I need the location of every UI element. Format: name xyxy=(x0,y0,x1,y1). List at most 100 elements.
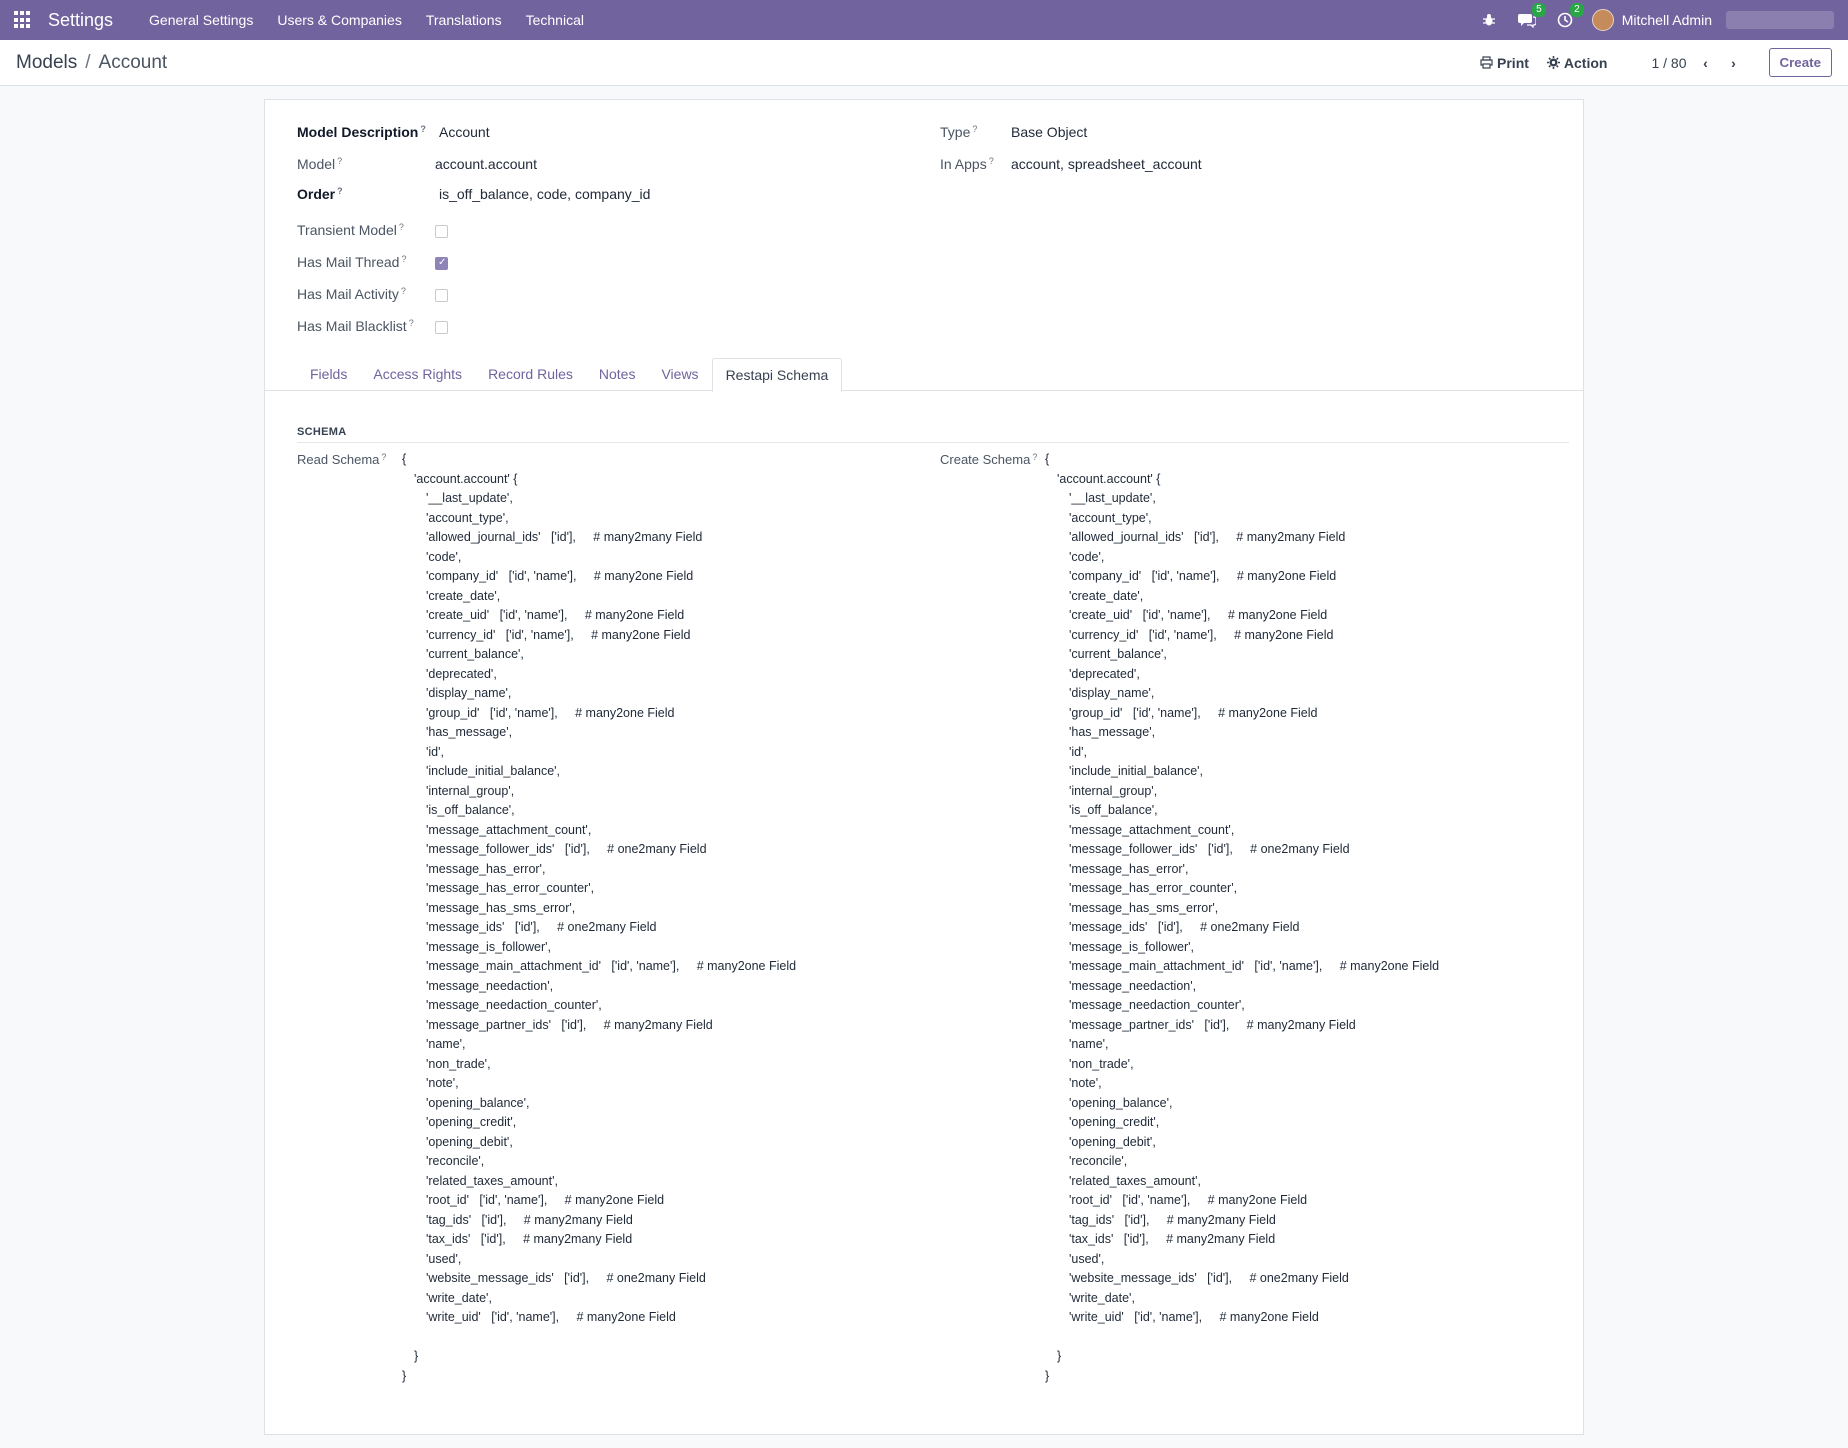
schema-field-line: 'write_date', xyxy=(426,1290,492,1305)
schema-field-line: 'reconcile', xyxy=(1069,1154,1128,1168)
breadcrumb-separator: / xyxy=(85,51,91,73)
schema-field-line: 'note', xyxy=(426,1076,459,1090)
schema-field-line: 'id', xyxy=(426,744,444,759)
schema-field-line: 'message_follower_ids' ['id'], # one2man… xyxy=(426,842,707,856)
menu-general-settings[interactable]: General Settings xyxy=(137,12,265,28)
schema-field-line: 'message_partner_ids' ['id'], # many2man… xyxy=(426,1017,713,1032)
breadcrumb-current: Account xyxy=(98,51,168,73)
schema-blank-line xyxy=(402,1330,796,1350)
schema-field-line: 'id', xyxy=(1069,744,1087,759)
menu-users-companies[interactable]: Users & Companies xyxy=(265,12,414,28)
schema-field-line: 'account_type', xyxy=(1069,510,1152,525)
mail-activity-label: Has Mail Activity? xyxy=(297,286,406,302)
in-apps-label: In Apps? xyxy=(940,156,994,172)
action-button[interactable]: Action xyxy=(1546,54,1608,71)
schema-field-line: 'root_id' ['id', 'name'], # many2one Fie… xyxy=(1069,1193,1308,1207)
mail-blacklist-label: Has Mail Blacklist? xyxy=(297,318,414,334)
app-title[interactable]: Settings xyxy=(48,10,113,31)
schema-field-line: 'message_needaction', xyxy=(426,978,554,993)
tab-restapi-schema[interactable]: Restapi Schema xyxy=(711,358,843,392)
schema-field-line: '__last_update', xyxy=(426,491,513,505)
schema-field-line: 'tax_ids' ['id'], # many2many Field xyxy=(1069,1232,1276,1246)
schema-field-line: 'message_main_attachment_id' ['id', 'nam… xyxy=(426,959,797,973)
mail-blacklist-checkbox[interactable] xyxy=(435,321,448,334)
tab-notes[interactable]: Notes xyxy=(586,358,649,391)
schema-field-line: 'tag_ids' ['id'], # many2many Field xyxy=(1069,1212,1276,1227)
activities-badge: 2 xyxy=(1570,3,1584,17)
model-description-label: Model Description? xyxy=(297,124,426,140)
schema-field-line: 'internal_group', xyxy=(426,783,515,798)
schema-close-outer: } xyxy=(402,1368,407,1383)
schema-field-line: 'message_needaction_counter', xyxy=(1069,998,1245,1012)
menu-translations[interactable]: Translations xyxy=(414,12,514,28)
schema-field-line: 'currency_id' ['id', 'name'], # many2one… xyxy=(1069,627,1334,642)
order-row: Order? is_off_balance, code, company_id xyxy=(297,186,897,222)
action-label: Action xyxy=(1563,54,1608,71)
schema-field-line: 'message_attachment_count', xyxy=(1069,822,1235,837)
mail-blacklist-row: Has Mail Blacklist? xyxy=(297,318,897,350)
breadcrumb-models[interactable]: Models xyxy=(16,52,77,74)
schema-close-inner: } xyxy=(1057,1349,1062,1363)
schema-field-line: 'opening_debit', xyxy=(1069,1134,1156,1149)
model-description-field[interactable]: Account xyxy=(439,124,490,140)
type-value: Base Object xyxy=(1011,124,1088,140)
schema-field-line: 'website_message_ids' ['id'], # one2many… xyxy=(1069,1271,1349,1285)
activities-clock-icon[interactable]: 2 xyxy=(1554,3,1584,31)
form-sheet: Model Description? Account Model? accoun… xyxy=(264,99,1584,1435)
menu-technical[interactable]: Technical xyxy=(514,12,596,28)
schema-field-line: 'tax_ids' ['id'], # many2many Field xyxy=(426,1232,633,1246)
schema-field-line: 'create_date', xyxy=(426,588,501,603)
top-navbar: Settings General Settings Users & Compan… xyxy=(0,0,1848,40)
apps-menu-icon[interactable] xyxy=(14,11,32,29)
schema-field-line: 'is_off_balance', xyxy=(1069,803,1158,817)
schema-field-line: 'message_has_error_counter', xyxy=(426,881,595,895)
pager-value[interactable]: 1 / 80 xyxy=(1651,55,1686,71)
schema-blank-line xyxy=(1045,1330,1439,1350)
transient-checkbox[interactable] xyxy=(435,225,448,238)
schema-field-line: 'reconcile', xyxy=(426,1154,485,1168)
control-panel: Models / Account Print Action 1 / 80 ‹ ›… xyxy=(0,40,1848,86)
schema-field-line: 'message_has_sms_error', xyxy=(1069,900,1219,915)
user-menu[interactable]: Mitchell Admin xyxy=(1591,9,1834,31)
order-field[interactable]: is_off_balance, code, company_id xyxy=(439,186,650,202)
schema-field-line: 'message_is_follower', xyxy=(426,939,551,954)
mail-thread-label: Has Mail Thread? xyxy=(297,254,407,270)
schema-field-line: 'currency_id' ['id', 'name'], # many2one… xyxy=(426,627,691,642)
schema-field-line: 'group_id' ['id', 'name'], # many2one Fi… xyxy=(426,705,675,720)
print-icon xyxy=(1480,56,1493,69)
print-label: Print xyxy=(1497,54,1529,71)
messages-icon[interactable]: 5 xyxy=(1516,3,1546,31)
create-button[interactable]: Create xyxy=(1768,48,1832,77)
schema-field-line: 'name', xyxy=(1069,1037,1109,1051)
tab-fields[interactable]: Fields xyxy=(297,358,360,391)
tab-access-rights[interactable]: Access Rights xyxy=(360,358,475,391)
schema-open-brace: { xyxy=(402,452,407,466)
notebook-tabs: Fields Access Rights Record Rules Notes … xyxy=(265,358,1583,392)
schema-field-line: 'opening_balance', xyxy=(426,1095,530,1110)
schema-field-line: 'display_name', xyxy=(1069,686,1155,700)
create-schema-label: Create Schema? xyxy=(940,452,1038,467)
schema-field-line: 'code', xyxy=(1069,549,1105,564)
mail-thread-checkbox[interactable] xyxy=(435,257,448,270)
schema-field-line: 'code', xyxy=(426,549,462,564)
schema-field-line: 'has_message', xyxy=(426,725,513,739)
mail-activity-checkbox[interactable] xyxy=(435,289,448,302)
tab-views[interactable]: Views xyxy=(648,358,711,391)
pager-previous-icon[interactable]: ‹ xyxy=(1697,55,1715,71)
pager-next-icon[interactable]: › xyxy=(1725,55,1743,71)
tab-record-rules[interactable]: Record Rules xyxy=(475,358,586,391)
schema-field-line: 'write_uid' ['id', 'name'], # many2one F… xyxy=(1069,1310,1319,1324)
company-switcher[interactable] xyxy=(1726,11,1834,29)
schema-model-line: 'account.account' { xyxy=(1057,471,1161,486)
model-value: account.account xyxy=(435,156,537,172)
schema-field-line: 'message_has_sms_error', xyxy=(426,900,576,915)
schema-field-line: 'include_initial_balance', xyxy=(426,764,561,778)
breadcrumb: Models / Account xyxy=(16,52,167,74)
schema-field-line: 'message_ids' ['id'], # one2many Field xyxy=(426,920,657,934)
schema-field-line: 'opening_credit', xyxy=(426,1115,517,1129)
schema-field-line: 'include_initial_balance', xyxy=(1069,764,1204,778)
schema-field-line: 'non_trade', xyxy=(1069,1056,1134,1071)
print-button[interactable]: Print xyxy=(1480,55,1529,71)
schema-field-line: 'opening_credit', xyxy=(1069,1115,1160,1129)
bug-icon[interactable] xyxy=(1478,9,1500,31)
